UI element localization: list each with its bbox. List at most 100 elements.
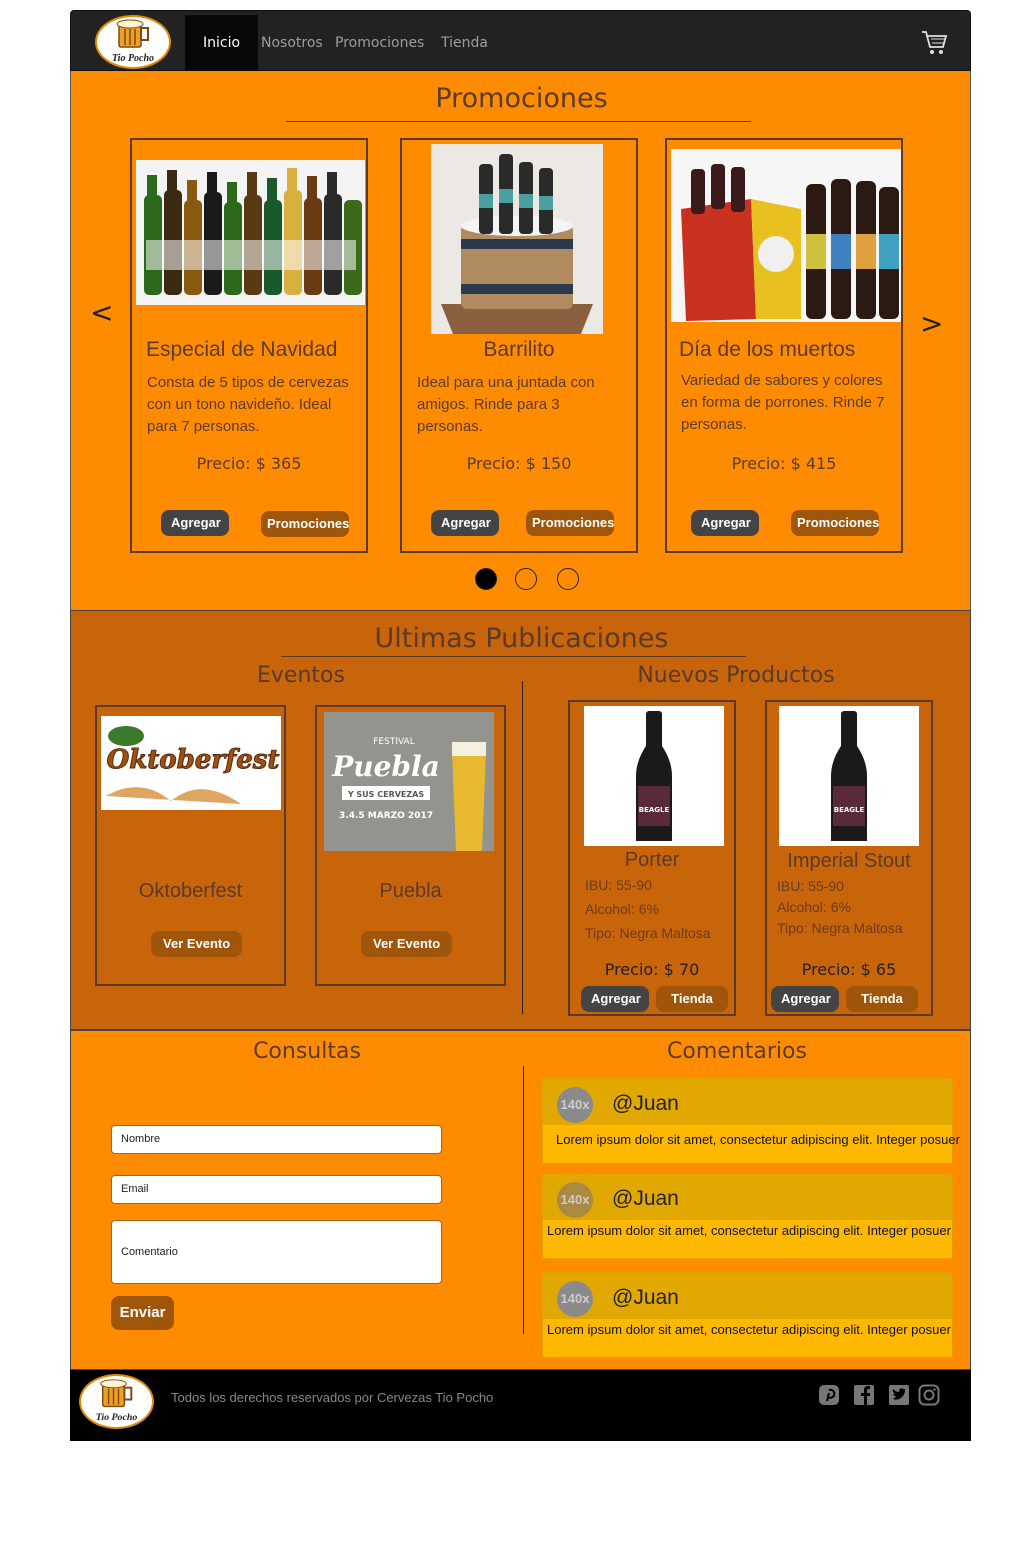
promo-card: Especial de Navidad Consta de 5 tipos de… <box>130 138 368 553</box>
nombre-field[interactable]: Nombre <box>111 1125 442 1154</box>
avatar: 140x <box>557 1087 593 1123</box>
promo-card-title: Día de los muertos <box>679 338 856 361</box>
promo-card: Barrilito Ideal para una juntada con ami… <box>400 138 638 553</box>
producto-price: Precio: $ 70 <box>604 960 700 979</box>
promociones-section: Promociones < > Especial de Navidad Cons… <box>70 71 971 611</box>
tienda-button[interactable]: Tienda <box>656 986 728 1012</box>
comment-header <box>543 1174 952 1220</box>
svg-text:Tio Pocho: Tio Pocho <box>112 53 154 64</box>
promociones-title: Promociones <box>435 83 608 114</box>
carousel-prev-button[interactable]: < <box>90 296 113 329</box>
evento-card: Oktoberfest Oktoberfest Ver Evento <box>95 705 286 986</box>
facebook-icon[interactable] <box>853 1384 875 1406</box>
carousel-dot-3[interactable] <box>557 568 579 590</box>
productos-title: Nuevos Productos <box>637 663 835 688</box>
nav-inicio[interactable]: Inicio <box>185 15 259 71</box>
svg-text:Puebla: Puebla <box>331 750 440 783</box>
pinterest-icon[interactable] <box>818 1384 840 1406</box>
producto-card: BEAGLE Porter IBU: 55-90 Alcohol: 6% Tip… <box>568 700 736 1016</box>
svg-text:BEAGLE: BEAGLE <box>834 806 865 814</box>
producto-tipo: Tipo: Negra Maltosa <box>777 920 903 936</box>
carousel-dot-1[interactable] <box>475 568 497 590</box>
tienda-button[interactable]: Tienda <box>846 986 918 1012</box>
comentario-field[interactable]: Comentario <box>111 1220 442 1284</box>
evento-image-puebla: FESTIVAL Puebla Y SUS CERVEZAS 3.4.5 MAR… <box>324 712 494 851</box>
carousel-next-button[interactable]: > <box>920 307 943 340</box>
promo-card-desc: Variedad de sabores y colores en forma d… <box>681 372 885 433</box>
promo-card: Día de los muertos Variedad de sabores y… <box>665 138 903 553</box>
promo-card-desc: Ideal para una juntada con amigos. Rinde… <box>417 374 595 435</box>
footer-logo[interactable]: Tio Pocho <box>79 1374 154 1429</box>
eventos-title: Eventos <box>257 663 345 688</box>
comment-text: Lorem ipsum dolor sit amet, consectetur … <box>556 1132 960 1147</box>
divider <box>523 1066 524 1334</box>
producto-price: Precio: $ 65 <box>801 960 897 979</box>
promociones-button[interactable]: Promociones <box>526 510 614 536</box>
agregar-button[interactable]: Agregar <box>161 510 229 536</box>
promo-card-title: Barrilito <box>483 338 555 361</box>
brand-logo[interactable]: Tio Pocho <box>95 15 171 69</box>
producto-card: BEAGLE Imperial Stout IBU: 55-90 Alcohol… <box>765 700 933 1016</box>
comment-user: @Juan <box>612 1092 679 1115</box>
agregar-button[interactable]: Agregar <box>581 986 649 1012</box>
agregar-button[interactable]: Agregar <box>691 510 759 536</box>
svg-text:BEAGLE: BEAGLE <box>639 806 670 814</box>
consultas-title: Consultas <box>253 1039 361 1064</box>
avatar: 140x <box>557 1182 593 1218</box>
avatar: 140x <box>557 1281 593 1317</box>
ultimas-title: Ultimas Publicaciones <box>374 623 669 654</box>
comentarios-title: Comentarios <box>667 1039 807 1064</box>
title-underline <box>281 656 746 657</box>
promo-image-navidad <box>136 160 365 305</box>
comment-text: Lorem ipsum dolor sit amet, consectetur … <box>547 1223 951 1238</box>
twitter-icon[interactable] <box>888 1384 910 1406</box>
producto-title: Imperial Stout <box>787 850 911 872</box>
svg-text:Oktoberfest: Oktoberfest <box>107 745 280 775</box>
producto-tipo: Tipo: Negra Maltosa <box>585 925 711 941</box>
promo-card-price: Precio: $ 415 <box>731 454 837 473</box>
svg-text:3.4.5 MARZO 2017: 3.4.5 MARZO 2017 <box>339 811 433 821</box>
navbar: Tio Pocho Inicio Nosotros Promociones Ti… <box>70 10 971 71</box>
svg-text:Tio Pocho: Tio Pocho <box>96 1412 138 1423</box>
promo-card-title: Especial de Navidad <box>146 338 338 361</box>
comment-text: Lorem ipsum dolor sit amet, consectetur … <box>547 1322 951 1337</box>
email-field[interactable]: Email <box>111 1175 442 1204</box>
producto-alcohol: Alcohol: 6% <box>777 899 851 915</box>
comment-card: 140x @Juan Lorem ipsum dolor sit amet, c… <box>542 1173 953 1259</box>
producto-alcohol: Alcohol: 6% <box>585 901 659 917</box>
ver-evento-button[interactable]: Ver Evento <box>361 931 453 957</box>
svg-text:Y SUS CERVEZAS: Y SUS CERVEZAS <box>347 790 425 799</box>
promo-card-price: Precio: $ 365 <box>196 454 302 473</box>
producto-image: BEAGLE <box>779 706 919 846</box>
evento-title: Puebla <box>379 880 442 902</box>
divider <box>522 681 523 1014</box>
comment-user: @Juan <box>612 1286 679 1309</box>
promo-image-muertos <box>671 149 901 322</box>
producto-info: IBU: 55-90 Alcohol: 6% Tipo: Negra Malto… <box>777 876 903 939</box>
producto-info: IBU: 55-90 Alcohol: 6% Tipo: Negra Malto… <box>585 873 711 945</box>
promociones-button[interactable]: Promociones <box>791 510 879 536</box>
comment-card: 140x @Juan Lorem ipsum dolor sit amet, c… <box>542 1272 953 1358</box>
instagram-icon[interactable] <box>918 1384 940 1406</box>
title-underline <box>286 121 751 122</box>
cart-icon[interactable] <box>920 28 948 56</box>
promo-card-desc: Consta de 5 tipos de cervezas con un ton… <box>147 374 349 435</box>
footer-copyright: Todos los derechos reservados por Cervez… <box>171 1390 494 1405</box>
comment-header <box>543 1079 952 1125</box>
carousel-dot-2[interactable] <box>515 568 537 590</box>
promociones-button[interactable]: Promociones <box>261 511 349 537</box>
nav-nosotros[interactable]: Nosotros <box>261 15 323 71</box>
enviar-button[interactable]: Enviar <box>111 1296 174 1330</box>
evento-image-oktoberfest: Oktoberfest <box>101 716 281 810</box>
nav-promociones[interactable]: Promociones <box>335 15 424 71</box>
evento-card: FESTIVAL Puebla Y SUS CERVEZAS 3.4.5 MAR… <box>315 705 506 986</box>
promo-image-barrilito <box>431 144 603 334</box>
producto-title: Porter <box>624 849 680 871</box>
agregar-button[interactable]: Agregar <box>771 986 839 1012</box>
nav-tienda[interactable]: Tienda <box>441 15 488 71</box>
comment-user: @Juan <box>612 1187 679 1210</box>
ver-evento-button[interactable]: Ver Evento <box>151 931 243 957</box>
agregar-button[interactable]: Agregar <box>431 510 499 536</box>
evento-title: Oktoberfest <box>138 880 243 902</box>
contacto-section: Consultas Comentarios Nombre Email Comen… <box>70 1030 971 1370</box>
